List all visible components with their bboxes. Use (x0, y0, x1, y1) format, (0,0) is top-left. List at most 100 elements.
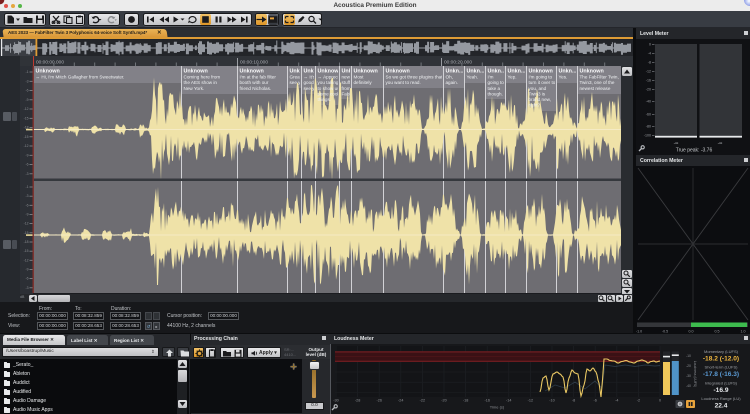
svg-text:Time (s): Time (s) (490, 405, 505, 410)
svg-text:-1: -1 (25, 70, 28, 74)
svg-text:though.: though. (488, 91, 503, 96)
svg-text:00:00:10.000: 00:00:10.000 (240, 60, 268, 66)
svg-text:-12: -12 (24, 258, 29, 262)
svg-text:-2: -2 (637, 399, 640, 403)
svg-text:turn it over to: turn it over to (529, 80, 556, 85)
svg-text:22.4: 22.4 (715, 403, 728, 410)
svg-text:Most: Most (354, 75, 365, 80)
svg-text:-10: -10 (549, 399, 555, 403)
svg-text:-3: -3 (25, 194, 28, 198)
svg-text:-9: -9 (25, 153, 28, 157)
svg-text:again.: again. (446, 80, 459, 85)
svg-text:Short-term (LUFS): Short-term (LUFS) (705, 364, 739, 369)
svg-text:-40: -40 (686, 384, 691, 388)
svg-text:So we got three plugins that: So we got three plugins that (386, 75, 444, 80)
svg-text:-3: -3 (25, 79, 28, 83)
svg-text:Coming here from: Coming here from (184, 75, 221, 80)
svg-text:-100: -100 (644, 133, 651, 137)
svg-text:the AES show in: the AES show in (184, 80, 218, 85)
svg-text:things.: things. (318, 97, 332, 102)
svg-text:-12: -12 (646, 69, 651, 73)
svg-text:-4: -4 (648, 51, 651, 55)
svg-text:The FabFilter Twin,: The FabFilter Twin, (580, 75, 619, 80)
svg-text:-15: -15 (24, 249, 29, 253)
svg-text:-17.8 (-16.3): -17.8 (-16.3) (703, 371, 739, 378)
svg-text:I'm at the fab filter: I'm at the fab filter (240, 75, 277, 80)
svg-text:-22: -22 (420, 399, 426, 403)
svg-text:-6: -6 (25, 89, 28, 93)
svg-text:you, and: you, and (529, 86, 547, 91)
svg-text:-15: -15 (24, 135, 29, 139)
svg-text:-16: -16 (484, 399, 490, 403)
svg-text:-6: -6 (594, 399, 597, 403)
svg-text:-60: -60 (646, 112, 651, 116)
svg-text:right?: right? (529, 103, 541, 108)
svg-text:-3: -3 (25, 172, 28, 176)
svg-text:-24: -24 (398, 399, 404, 403)
svg-text:going to: going to (488, 80, 505, 85)
svg-text:Integrated (LUFS): Integrated (LUFS) (705, 380, 738, 385)
svg-text:00:00:00.000: 00:00:00.000 (36, 60, 64, 66)
svg-text:-20: -20 (686, 364, 691, 368)
svg-text:newest release: newest release (580, 86, 611, 91)
svg-text:-9: -9 (25, 213, 28, 217)
svg-text:Yes.: Yes. (559, 75, 568, 80)
svg-text:-∞: -∞ (674, 141, 679, 146)
svg-text:-16: -16 (646, 78, 651, 82)
svg-text:definitely: definitely (354, 80, 373, 85)
svg-text:-12: -12 (24, 107, 29, 111)
svg-text:-12: -12 (24, 144, 29, 148)
svg-text:some cool: some cool (318, 91, 339, 96)
svg-text:True peak: -3.76: True peak: -3.76 (676, 148, 713, 154)
svg-text:Twin3, one of the: Twin3, one of the (580, 80, 615, 85)
svg-text:you want to read.: you want to read. (386, 80, 421, 85)
svg-text:Loudness (LUFS): Loudness (LUFS) (693, 361, 697, 388)
svg-text:-30: -30 (686, 374, 691, 378)
svg-text:booth with our: booth with our (240, 80, 269, 85)
svg-text:-9: -9 (25, 98, 28, 102)
svg-text:↔ It's: ↔ It's (304, 75, 316, 80)
svg-text:Twin3 is: Twin3 is (529, 91, 546, 96)
svg-text:-∞: -∞ (718, 141, 723, 146)
svg-text:-80: -80 (646, 124, 651, 128)
svg-text:new: new (342, 75, 351, 80)
svg-text:-28: -28 (355, 399, 361, 403)
svg-text:stuff: stuff (342, 80, 351, 85)
svg-text:-40: -40 (646, 99, 651, 103)
svg-text:friend Nicholas.: friend Nicholas. (240, 86, 272, 91)
svg-text:-6: -6 (25, 163, 28, 167)
svg-text:-1: -1 (25, 185, 28, 189)
svg-text:Momentary (LUFS): Momentary (LUFS) (704, 349, 739, 354)
svg-text:Oh,: Oh, (446, 75, 453, 80)
svg-text:take a: take a (488, 86, 501, 91)
svg-text:to show us: to show us (318, 86, 341, 91)
svg-text:from: from (342, 86, 351, 91)
svg-text:-15: -15 (24, 116, 29, 120)
svg-text:-6: -6 (25, 277, 28, 281)
svg-text:-12: -12 (24, 222, 29, 226)
svg-text:0: 0 (659, 399, 661, 403)
svg-text:I'm going to: I'm going to (529, 75, 553, 80)
svg-text:-8: -8 (572, 399, 575, 403)
svg-text:-3: -3 (25, 286, 28, 290)
svg-text:I'm: I'm (488, 75, 494, 80)
svg-text:-14: -14 (506, 399, 512, 403)
svg-text:-20: -20 (441, 399, 447, 403)
svg-text:-18: -18 (463, 399, 469, 403)
svg-text:brand new,: brand new, (529, 97, 551, 102)
svg-text:Yeah.: Yeah. (467, 75, 479, 80)
svg-text:Loudness Range (LU): Loudness Range (LU) (701, 396, 741, 401)
svg-text:-9: -9 (25, 268, 28, 272)
svg-text:↔ Hi, I'm Mitch Gallagher from: ↔ Hi, I'm Mitch Gallagher from Sweetwate… (36, 75, 125, 80)
svg-text:-26: -26 (376, 399, 382, 403)
svg-text:Yep.: Yep. (508, 75, 517, 80)
svg-text:0: 0 (649, 42, 651, 46)
svg-text:-6: -6 (25, 203, 28, 207)
svg-text:-4: -4 (615, 399, 618, 403)
svg-text:-10: -10 (686, 354, 691, 358)
svg-text:-8: -8 (648, 60, 651, 64)
svg-text:00:00:20.000: 00:00:20.000 (444, 60, 472, 66)
svg-text:-16.9: -16.9 (713, 387, 728, 394)
svg-text:-15: -15 (24, 231, 29, 235)
svg-text:-20: -20 (646, 87, 651, 91)
